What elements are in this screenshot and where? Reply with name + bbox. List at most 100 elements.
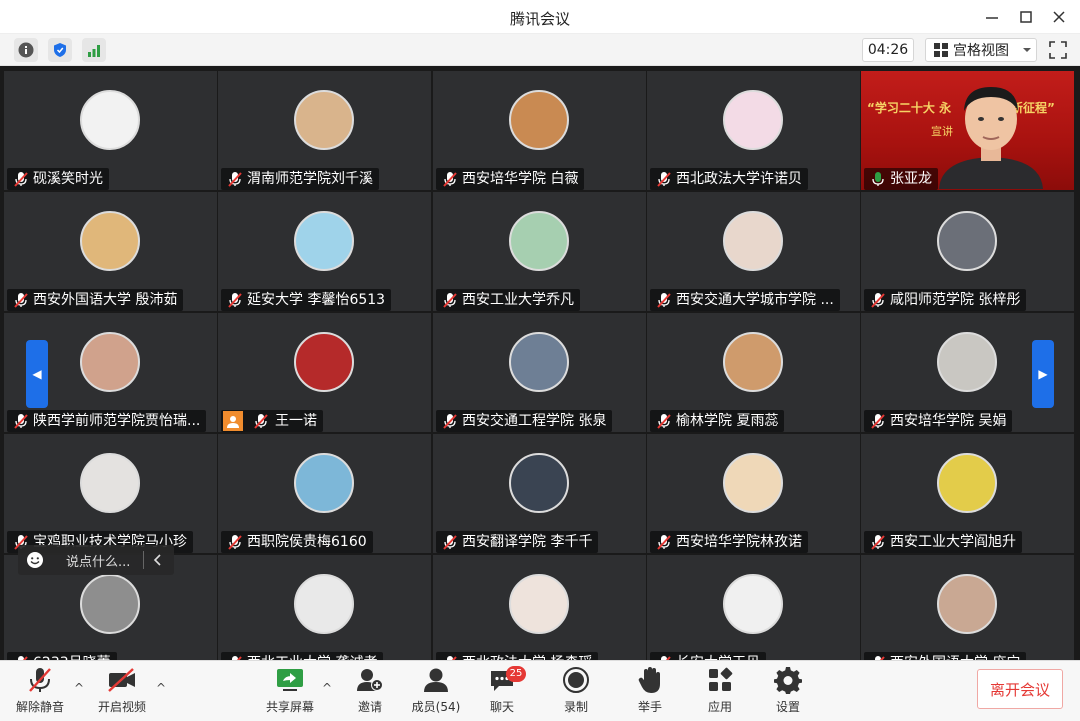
participant-tile[interactable]: 砚溪笑时光: [4, 71, 217, 190]
audio-options-caret[interactable]: ^: [74, 681, 84, 695]
record-icon: [563, 667, 589, 693]
chat-quick-input[interactable]: 说点什么...: [18, 545, 174, 575]
participant-nameplate: 西安工业大学阎旭升: [864, 531, 1022, 553]
participant-tile[interactable]: 宝鸡职业技术学院马小珍: [4, 434, 217, 553]
mic-muted-icon: [657, 172, 671, 187]
participant-name: 西安翻译学院 李千千: [462, 534, 593, 550]
members-icon: [424, 668, 448, 692]
minimize-button[interactable]: [978, 4, 1006, 30]
record-button[interactable]: 录制: [544, 663, 608, 717]
participant-tile[interactable]: 西安培华学院 白薇: [433, 71, 646, 190]
apps-label: 应用: [707, 700, 732, 714]
participant-tile[interactable]: 西安外国语大学 庞宁: [861, 555, 1074, 660]
participant-name: 咸阳师范学院 张梓彤: [890, 292, 1021, 308]
settings-label: 设置: [775, 700, 800, 714]
participant-name: 西安工业大学乔凡: [462, 292, 574, 308]
mic-muted-icon: [228, 172, 242, 187]
participant-avatar: [294, 90, 354, 150]
participant-avatar: [294, 211, 354, 271]
settings-button[interactable]: 设置: [756, 663, 820, 717]
participant-tile[interactable]: 西安交通工程学院 张泉: [433, 313, 646, 432]
maximize-button[interactable]: [1012, 4, 1040, 30]
participant-tile[interactable]: 西北政法大学许诺贝: [647, 71, 860, 190]
start-video-label: 开启视频: [97, 700, 146, 714]
participant-name: 渭南师范学院刘千溪: [247, 171, 373, 187]
chat-label: 聊天: [489, 700, 514, 714]
mic-muted-icon: [871, 293, 885, 308]
participant-tile[interactable]: 咸阳师范学院 张梓彤: [861, 192, 1074, 311]
chat-button[interactable]: 聊天 25: [470, 663, 534, 717]
participant-nameplate: 张亚龙: [864, 168, 938, 190]
participant-grid: 西安外国语大学 庞宁 长安大学王贝 西北政法大学 杨森瑶 西北工业大学 龚诚孝 6233…: [0, 66, 1080, 660]
participant-avatar: [723, 90, 783, 150]
mic-muted-icon: [871, 535, 885, 550]
share-screen-label: 共享屏幕: [265, 700, 314, 714]
mic-muted-icon: [443, 535, 457, 550]
view-mode-selector[interactable]: 宫格视图: [925, 38, 1037, 62]
meeting-info-bar: [0, 34, 1080, 66]
participant-name: 王一诺: [275, 413, 317, 429]
participant-tile[interactable]: 延安大学 李馨怡6513: [218, 192, 431, 311]
participant-tile[interactable]: 西安交通大学城市学院 ...: [647, 192, 860, 311]
participant-nameplate: 西安交通工程学院 张泉: [436, 410, 613, 432]
participant-video-tile[interactable]: “学习二十大 永进新征程” 宣讲 张亚龙: [861, 71, 1074, 190]
participant-nameplate: 王一诺: [221, 410, 323, 432]
participant-avatar: [294, 574, 354, 634]
participant-name: 西安交通工程学院 张泉: [462, 413, 607, 429]
participant-name: 陕西学前师范学院贾怡瑞...: [33, 413, 201, 429]
participant-tile[interactable]: 西职院侯贵梅6160: [218, 434, 431, 553]
participant-nameplate: 渭南师范学院刘千溪: [221, 168, 379, 190]
security-button[interactable]: [48, 38, 72, 62]
chat-input-placeholder: 说点什么...: [66, 554, 131, 570]
participant-nameplate: 西安培华学院林孜诺: [650, 531, 808, 553]
next-page-button[interactable]: ▶: [1032, 340, 1054, 408]
host-avatar-icon: [223, 411, 243, 431]
participant-tile[interactable]: 西安外国语大学 殷沛茹: [4, 192, 217, 311]
participant-avatar: [509, 453, 569, 513]
share-options-caret[interactable]: ^: [322, 681, 332, 695]
maximize-icon: [1020, 11, 1032, 23]
meeting-info-button[interactable]: [14, 38, 38, 62]
start-video-button[interactable]: 开启视频: [90, 663, 154, 717]
participant-tile[interactable]: 渭南师范学院刘千溪: [218, 71, 431, 190]
participant-tile[interactable]: 王一诺: [218, 313, 431, 432]
close-button[interactable]: [1045, 4, 1073, 30]
participant-avatar: [937, 453, 997, 513]
participant-tile[interactable]: 西安培华学院林孜诺: [647, 434, 860, 553]
signal-icon: [88, 45, 100, 57]
mic-muted-icon: [14, 172, 28, 187]
participant-nameplate: 延安大学 李馨怡6513: [221, 289, 392, 311]
participant-tile[interactable]: 西安工业大学乔凡: [433, 192, 646, 311]
leave-meeting-button[interactable]: 离开会议: [977, 669, 1063, 709]
participant-name: 西安培华学院林孜诺: [676, 534, 802, 550]
participant-avatar: [937, 574, 997, 634]
participant-tile[interactable]: 长安大学王贝: [647, 555, 860, 660]
invite-icon: [357, 669, 383, 691]
video-options-caret[interactable]: ^: [156, 681, 166, 695]
mic-muted-icon: [657, 414, 671, 429]
participant-avatar: [80, 90, 140, 150]
fullscreen-button[interactable]: [1046, 38, 1070, 62]
participant-tile[interactable]: 榆林学院 夏雨蕊: [647, 313, 860, 432]
participant-tile[interactable]: 西北工业大学 龚诚孝: [218, 555, 431, 660]
network-status-button[interactable]: [82, 38, 106, 62]
mic-muted-icon: [657, 535, 671, 550]
mic-muted-icon: [443, 293, 457, 308]
unmute-button[interactable]: 解除静音: [8, 663, 72, 717]
participant-name: 西北政法大学许诺贝: [676, 171, 802, 187]
participant-nameplate: 长安大学王贝: [650, 652, 766, 660]
apps-icon: [709, 667, 733, 691]
prev-page-button[interactable]: ◀: [26, 340, 48, 408]
share-screen-button[interactable]: 共享屏幕: [258, 663, 322, 717]
participant-tile[interactable]: 西北政法大学 杨森瑶: [433, 555, 646, 660]
raise-hand-button[interactable]: 举手: [618, 663, 682, 717]
members-button[interactable]: 成员(54): [404, 663, 468, 717]
invite-button[interactable]: 邀请: [338, 663, 402, 717]
participant-nameplate: 西安培华学院 白薇: [436, 168, 585, 190]
dropdown-caret-icon: [1023, 48, 1031, 52]
participant-name: 西安交通大学城市学院 ...: [676, 292, 834, 308]
view-mode-label: 宫格视图: [953, 43, 1009, 59]
apps-button[interactable]: 应用: [688, 663, 752, 717]
participant-tile[interactable]: 西安翻译学院 李千千: [433, 434, 646, 553]
participant-tile[interactable]: 西安工业大学阎旭升: [861, 434, 1074, 553]
